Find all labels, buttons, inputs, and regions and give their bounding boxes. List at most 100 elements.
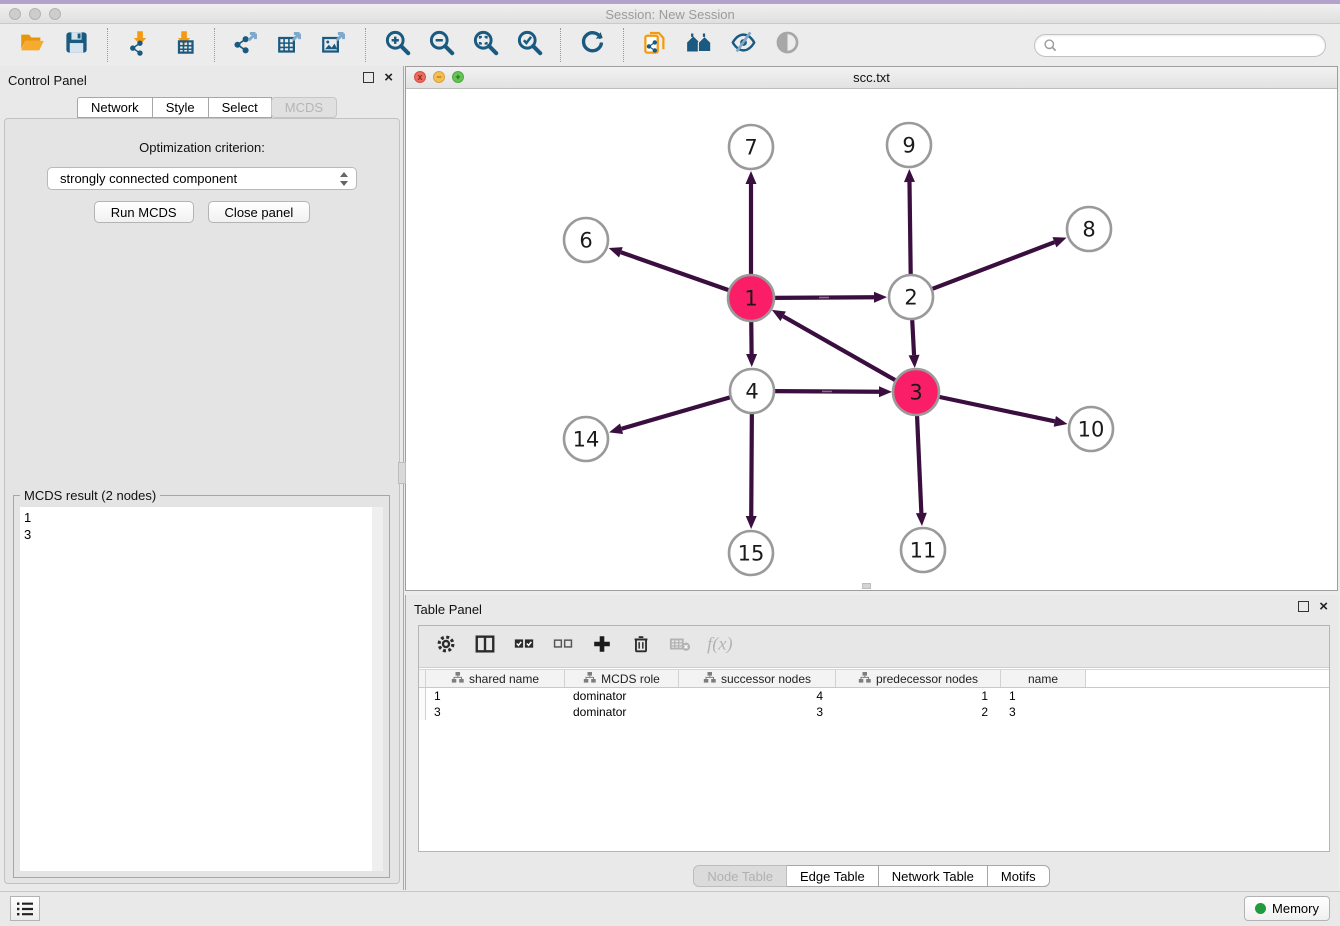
optimization-criterion-select[interactable]: strongly connected component [47, 167, 357, 190]
cell-shared-name[interactable]: 1 [426, 688, 565, 704]
edge-4-14[interactable] [609, 397, 730, 434]
result-scrollbar[interactable] [372, 507, 383, 871]
select-all-checkboxes-button[interactable] [511, 634, 537, 660]
tab-node-table[interactable]: Node Table [693, 865, 787, 887]
node-9[interactable]: 9 [887, 123, 931, 167]
close-panel-button[interactable]: Close panel [208, 201, 311, 223]
memory-button[interactable]: Memory [1244, 896, 1330, 921]
select-all-checkboxes-icon[interactable] [513, 633, 535, 660]
cell-predecessor-nodes[interactable]: 2 [836, 704, 1001, 720]
tab-network[interactable]: Network [77, 97, 153, 118]
zoom-fit-button[interactable] [470, 30, 500, 60]
apply-layout-button[interactable] [577, 30, 607, 60]
edge-2-8[interactable] [932, 237, 1066, 289]
zoom-in-icon[interactable] [384, 29, 411, 61]
import-network-icon[interactable] [126, 29, 153, 61]
cell-shared-name[interactable]: 3 [426, 704, 565, 720]
apply-layout-icon[interactable] [579, 29, 606, 61]
node-2[interactable]: 2 [889, 275, 933, 319]
cell-name[interactable]: 3 [1001, 704, 1086, 720]
add-button[interactable] [589, 634, 615, 660]
zoom-in-button[interactable] [382, 30, 412, 60]
import-table-button[interactable] [168, 30, 198, 60]
save-session-button[interactable] [61, 30, 91, 60]
cell-successor-nodes[interactable]: 4 [679, 688, 836, 704]
deselect-all-checkboxes-button[interactable] [550, 634, 576, 660]
cell-MCDS-role[interactable]: dominator [565, 704, 679, 720]
node-15[interactable]: 15 [729, 531, 773, 575]
search-box[interactable] [1034, 34, 1326, 57]
task-history-button[interactable] [10, 896, 40, 921]
zoom-out-button[interactable] [426, 30, 456, 60]
node-3[interactable]: 3 [893, 369, 939, 415]
float-panel-icon[interactable] [363, 72, 374, 83]
save-session-icon[interactable] [63, 29, 90, 61]
column-header-predecessor-nodes[interactable]: predecessor nodes [836, 670, 1001, 687]
zoom-out-icon[interactable] [428, 29, 455, 61]
network-overview-icon[interactable] [686, 29, 713, 61]
column-header-successor-nodes[interactable]: successor nodes [679, 670, 836, 687]
zoom-selected-button[interactable] [514, 30, 544, 60]
edge-1-2[interactable] [774, 292, 887, 303]
cell-successor-nodes[interactable]: 3 [679, 704, 836, 720]
edge-3-10[interactable] [939, 397, 1068, 427]
node-10[interactable]: 10 [1069, 407, 1113, 451]
node-7[interactable]: 7 [729, 125, 773, 169]
open-session-button[interactable] [17, 30, 47, 60]
network-overview-button[interactable] [684, 30, 714, 60]
open-session-icon[interactable] [19, 29, 46, 61]
node-11[interactable]: 11 [901, 528, 945, 572]
export-image-button[interactable] [319, 30, 349, 60]
settings-gear-icon[interactable] [435, 633, 457, 660]
delete-icon[interactable] [630, 633, 652, 660]
tab-network-table[interactable]: Network Table [878, 865, 988, 887]
export-image-icon[interactable] [321, 29, 348, 61]
column-header-name[interactable]: name [1001, 670, 1086, 687]
node-6[interactable]: 6 [564, 218, 608, 262]
tab-style[interactable]: Style [152, 97, 209, 118]
node-1[interactable]: 1 [728, 275, 774, 321]
edge-1-6[interactable] [609, 247, 730, 290]
table-row[interactable]: 3dominator323 [419, 704, 1329, 720]
node-4[interactable]: 4 [730, 369, 774, 413]
settings-gear-button[interactable] [433, 634, 459, 660]
import-table-icon[interactable] [170, 29, 197, 61]
delete-button[interactable] [628, 634, 654, 660]
edge-3-11[interactable] [916, 415, 927, 526]
zoom-fit-icon[interactable] [472, 29, 499, 61]
edge-4-3[interactable] [775, 386, 892, 397]
node-14[interactable]: 14 [564, 417, 608, 461]
mcds-result-text[interactable]: 13 [20, 507, 383, 871]
duplicate-network-button[interactable] [640, 30, 670, 60]
node-8[interactable]: 8 [1067, 207, 1111, 251]
deselect-all-checkboxes-icon[interactable] [552, 633, 574, 660]
tab-select[interactable]: Select [208, 97, 272, 118]
table-row[interactable]: 1dominator411 [419, 688, 1329, 704]
split-view-button[interactable] [472, 634, 498, 660]
zoom-selected-icon[interactable] [516, 29, 543, 61]
edge-2-9[interactable] [904, 169, 915, 274]
export-table-icon[interactable] [277, 29, 304, 61]
hide-vizmapper-button[interactable] [728, 30, 758, 60]
tab-mcds[interactable]: MCDS [271, 97, 337, 118]
splitter-grip-vertical[interactable] [398, 462, 406, 484]
splitter-grip-horizontal[interactable] [862, 583, 871, 589]
network-canvas[interactable]: 7 9 6 8 1 2 4 3 14 10 15 11 [406, 89, 1337, 590]
search-input[interactable] [1062, 38, 1317, 52]
column-header-MCDS-role[interactable]: MCDS role [565, 670, 679, 687]
export-network-icon[interactable] [233, 29, 260, 61]
duplicate-network-icon[interactable] [642, 29, 669, 61]
tab-motifs[interactable]: Motifs [987, 865, 1050, 887]
edge-4-15[interactable] [746, 414, 757, 529]
run-mcds-button[interactable]: Run MCDS [94, 201, 194, 223]
column-header-shared-name[interactable]: shared name [426, 670, 565, 687]
cell-MCDS-role[interactable]: dominator [565, 688, 679, 704]
float-table-panel-icon[interactable] [1298, 601, 1309, 612]
hide-vizmapper-icon[interactable] [730, 29, 757, 61]
cell-name[interactable]: 1 [1001, 688, 1086, 704]
import-network-button[interactable] [124, 30, 154, 60]
edge-1-7[interactable] [746, 171, 757, 275]
edge-1-4[interactable] [746, 321, 757, 367]
export-table-button[interactable] [275, 30, 305, 60]
split-view-icon[interactable] [474, 633, 496, 660]
